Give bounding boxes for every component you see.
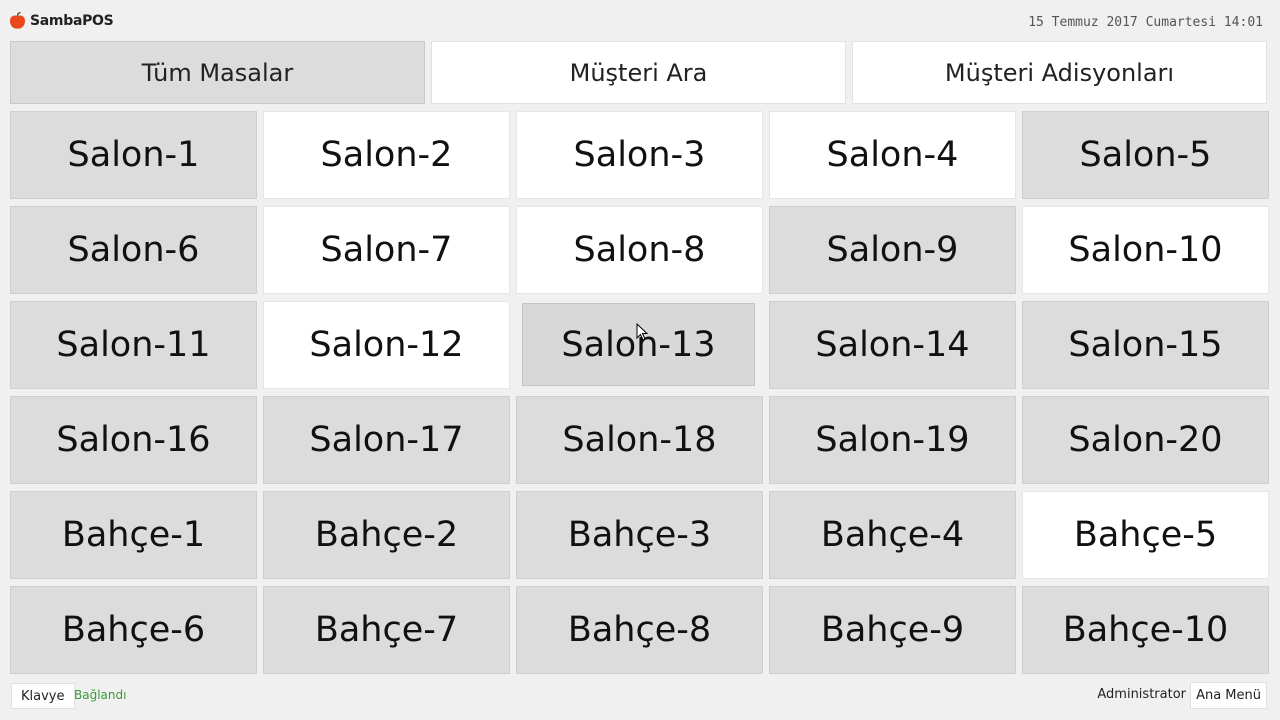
table-button-salon-20[interactable]: Salon-20 — [1022, 396, 1269, 484]
table-button-salon-8[interactable]: Salon-8 — [516, 206, 763, 294]
mouse-cursor-icon — [636, 323, 648, 341]
main-menu-button[interactable]: Ana Menü — [1190, 682, 1267, 709]
table-button-salon-1[interactable]: Salon-1 — [10, 111, 257, 199]
table-button-salon-10[interactable]: Salon-10 — [1022, 206, 1269, 294]
category-tabs: Tüm Masalar Müşteri Ara Müşteri Adisyonl… — [10, 41, 1267, 105]
table-button-bahce-4[interactable]: Bahçe-4 — [769, 491, 1016, 579]
user-name: Administrator — [1097, 687, 1186, 702]
table-button-salon-19[interactable]: Salon-19 — [769, 396, 1016, 484]
table-button-bahce-8[interactable]: Bahçe-8 — [516, 586, 763, 674]
table-button-salon-12[interactable]: Salon-12 — [263, 301, 510, 389]
tab-tum-masalar[interactable]: Tüm Masalar — [10, 41, 425, 104]
apple-logo-icon — [10, 12, 25, 29]
table-button-salon-3[interactable]: Salon-3 — [516, 111, 763, 199]
app-logo: SambaPOS — [9, 12, 114, 30]
table-button-salon-13[interactable]: Salon-13 — [522, 303, 755, 386]
table-button-salon-17[interactable]: Salon-17 — [263, 396, 510, 484]
table-button-bahce-10[interactable]: Bahçe-10 — [1022, 586, 1269, 674]
app-name: SambaPOS — [30, 13, 114, 29]
table-grid: Salon-1 Salon-2 Salon-3 Salon-4 Salon-5 Salon… — [10, 111, 1269, 675]
table-button-salon-11[interactable]: Salon-11 — [10, 301, 257, 389]
connection-status: Bağlandı — [74, 688, 127, 702]
table-button-salon-6[interactable]: Salon-6 — [10, 206, 257, 294]
table-button-bahce-5[interactable]: Bahçe-5 — [1022, 491, 1269, 579]
keyboard-button[interactable]: Klavye — [11, 683, 75, 709]
table-button-salon-14[interactable]: Salon-14 — [769, 301, 1016, 389]
table-button-salon-18[interactable]: Salon-18 — [516, 396, 763, 484]
tab-musteri-adisyonlari[interactable]: Müşteri Adisyonları — [852, 41, 1267, 104]
top-bar: SambaPOS 15 Temmuz 2017 Cumartesi 14:01 — [0, 0, 1280, 40]
table-button-bahce-9[interactable]: Bahçe-9 — [769, 586, 1016, 674]
table-button-salon-15[interactable]: Salon-15 — [1022, 301, 1269, 389]
bottom-bar: Klavye Bağlandı Administrator Ana Menü — [0, 680, 1280, 720]
tab-musteri-ara[interactable]: Müşteri Ara — [431, 41, 846, 104]
table-button-salon-16[interactable]: Salon-16 — [10, 396, 257, 484]
table-button-salon-5[interactable]: Salon-5 — [1022, 111, 1269, 199]
table-button-bahce-3[interactable]: Bahçe-3 — [516, 491, 763, 579]
date-time-display: 15 Temmuz 2017 Cumartesi 14:01 — [1028, 15, 1263, 30]
table-button-bahce-6[interactable]: Bahçe-6 — [10, 586, 257, 674]
table-button-bahce-7[interactable]: Bahçe-7 — [263, 586, 510, 674]
table-button-salon-4[interactable]: Salon-4 — [769, 111, 1016, 199]
table-button-salon-7[interactable]: Salon-7 — [263, 206, 510, 294]
table-button-bahce-1[interactable]: Bahçe-1 — [10, 491, 257, 579]
table-button-salon-9[interactable]: Salon-9 — [769, 206, 1016, 294]
table-button-bahce-2[interactable]: Bahçe-2 — [263, 491, 510, 579]
table-button-salon-2[interactable]: Salon-2 — [263, 111, 510, 199]
